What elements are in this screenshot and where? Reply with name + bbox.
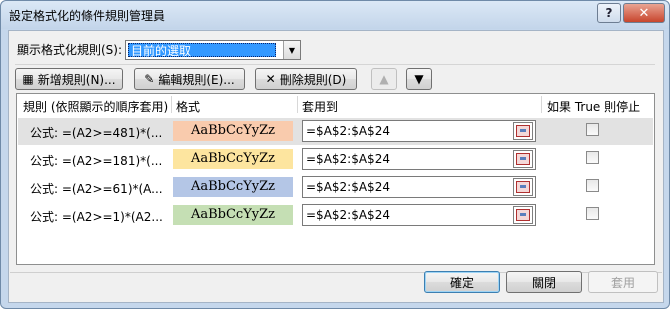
apply-button[interactable]: 套用 — [588, 271, 658, 293]
range-select-icon[interactable] — [513, 150, 533, 168]
rule-formula: 公式: =(A2>=1)*(A2... — [30, 210, 163, 224]
show-rules-dropdown[interactable]: 目前的選取 ▼ — [125, 40, 301, 60]
stop-if-true-checkbox[interactable] — [586, 151, 599, 164]
new-rule-button[interactable]: ▦ 新增規則(N)... — [15, 68, 123, 90]
table-row[interactable]: 公式: =(A2>=481)*(... AaBbCcYyZz =$A$2:$A$24 — [18, 118, 653, 145]
stop-if-true-checkbox[interactable] — [586, 123, 599, 136]
table-row[interactable]: 公式: =(A2>=1)*(A2... AaBbCcYyZz =$A$2:$A$24 — [18, 202, 653, 229]
show-rules-selected: 目前的選取 — [128, 43, 276, 58]
applies-to-input[interactable]: =$A$2:$A$24 — [302, 176, 536, 198]
stop-if-true-checkbox[interactable] — [586, 179, 599, 192]
applies-to-value: =$A$2:$A$24 — [306, 180, 390, 194]
table-row[interactable]: 公式: =(A2>=181)*(... AaBbCcYyZz =$A$2:$A$24 — [18, 146, 653, 173]
rules-table: 規則 (依照顯示的順序套用) 格式 套用到 如果 True 則停止 公式: =(… — [16, 93, 655, 265]
column-header-format: 格式 — [176, 100, 201, 114]
edit-rule-button[interactable]: ✎ 編輯規則(E)... — [134, 68, 245, 90]
dialog-title: 設定格式化的條件規則管理員 — [9, 9, 166, 23]
dialog-window: 設定格式化的條件規則管理員 ? ✕ 顯示格式化規則(S): 目前的選取 ▼ ▦ … — [0, 0, 670, 309]
format-preview: AaBbCcYyZz — [173, 177, 293, 197]
stop-if-true-checkbox[interactable] — [586, 207, 599, 220]
move-down-button[interactable]: ▼ — [406, 68, 432, 90]
column-header-stop-if-true: 如果 True 則停止 — [547, 100, 641, 114]
move-up-button[interactable]: ▲ — [371, 68, 397, 90]
new-rule-label: 新增規則(N)... — [37, 72, 116, 87]
chevron-down-icon[interactable]: ▼ — [283, 41, 300, 59]
edit-rule-label: 編輯規則(E)... — [158, 72, 235, 87]
close-label: 關閉 — [531, 275, 556, 290]
close-window-button[interactable]: ✕ — [623, 3, 665, 23]
rule-formula: 公式: =(A2>=481)*(... — [30, 126, 163, 140]
rule-formula: 公式: =(A2>=61)*(A... — [30, 182, 163, 196]
arrow-up-icon: ▲ — [379, 72, 389, 86]
format-preview: AaBbCcYyZz — [173, 149, 293, 169]
range-select-icon[interactable] — [513, 122, 533, 140]
applies-to-input[interactable]: =$A$2:$A$24 — [302, 204, 536, 226]
apply-label: 套用 — [610, 275, 635, 290]
column-header-applies-to: 套用到 — [302, 100, 339, 114]
column-separator — [541, 96, 542, 113]
range-select-icon[interactable] — [513, 178, 533, 196]
close-icon: ✕ — [638, 5, 650, 21]
column-header-rule: 規則 (依照顯示的順序套用) — [23, 100, 169, 114]
column-separator — [297, 96, 298, 113]
applies-to-value: =$A$2:$A$24 — [306, 124, 390, 138]
delete-rule-button[interactable]: ✕ 刪除規則(D) — [255, 68, 357, 90]
new-rule-icon: ▦ — [22, 72, 34, 86]
column-separator — [171, 96, 172, 113]
delete-icon: ✕ — [265, 72, 276, 86]
format-preview: AaBbCcYyZz — [173, 121, 293, 141]
applies-to-value: =$A$2:$A$24 — [306, 208, 390, 222]
applies-to-input[interactable]: =$A$2:$A$24 — [302, 120, 536, 142]
rule-formula: 公式: =(A2>=181)*(... — [30, 154, 163, 168]
edit-rule-icon: ✎ — [144, 72, 155, 86]
dialog-body: 顯示格式化規則(S): 目前的選取 ▼ ▦ 新增規則(N)... ✎ 編輯規則(… — [8, 30, 664, 303]
applies-to-value: =$A$2:$A$24 — [306, 152, 390, 166]
title-bar[interactable]: 設定格式化的條件規則管理員 ? ✕ — [1, 1, 669, 29]
applies-to-input[interactable]: =$A$2:$A$24 — [302, 148, 536, 170]
help-button[interactable]: ? — [597, 3, 621, 23]
format-preview: AaBbCcYyZz — [173, 205, 293, 225]
ok-button[interactable]: 確定 — [424, 271, 500, 293]
ok-label: 確定 — [449, 275, 474, 290]
delete-rule-label: 刪除規則(D) — [279, 72, 347, 87]
table-row[interactable]: 公式: =(A2>=61)*(A... AaBbCcYyZz =$A$2:$A$24 — [18, 174, 653, 201]
help-icon: ? — [605, 6, 613, 20]
arrow-down-icon: ▼ — [414, 72, 424, 86]
divider — [15, 64, 655, 65]
show-rules-label: 顯示格式化規則(S): — [17, 43, 123, 57]
range-select-icon[interactable] — [513, 206, 533, 224]
close-button[interactable]: 關閉 — [506, 271, 582, 293]
